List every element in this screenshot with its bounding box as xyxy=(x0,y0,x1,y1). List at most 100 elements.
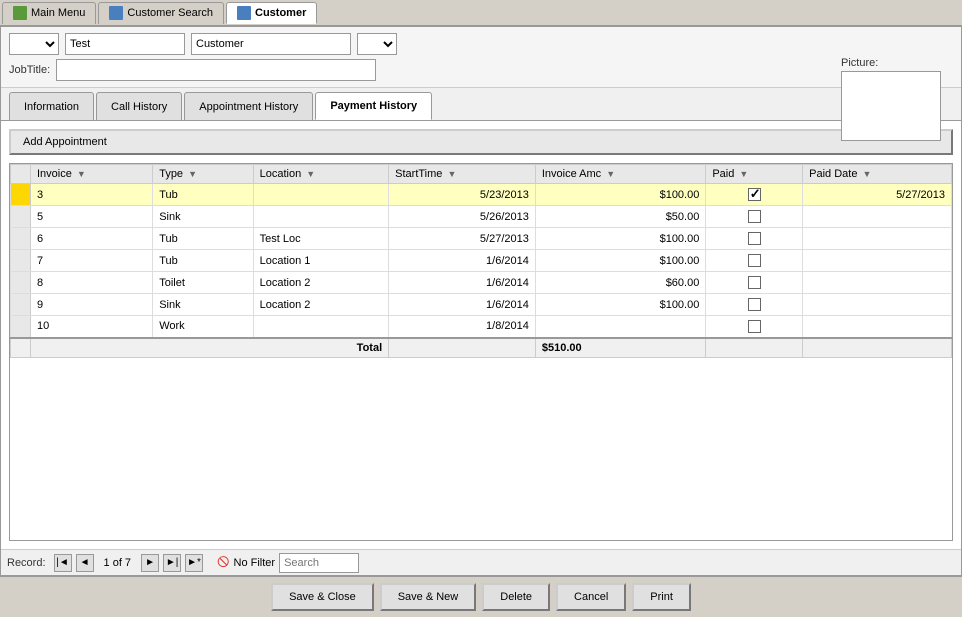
filter-icon: 🚫 xyxy=(217,557,229,568)
cell-paid[interactable] xyxy=(706,206,803,228)
tab-call-history[interactable]: Call History xyxy=(96,92,182,120)
paid-checkbox[interactable] xyxy=(748,188,761,201)
col-header-type[interactable]: Type ▼ xyxy=(153,165,253,184)
tab-payment-history[interactable]: Payment History xyxy=(315,92,432,120)
cell-starttime: 5/27/2013 xyxy=(389,228,536,250)
picture-section: Picture: xyxy=(841,57,941,141)
col-header-invoice[interactable]: Invoice ▼ xyxy=(31,165,153,184)
customer-type-dropdown[interactable] xyxy=(357,33,397,55)
nav-prev-button[interactable]: ◄ xyxy=(76,554,94,572)
row-selector-cell[interactable] xyxy=(11,184,31,206)
row-selector-cell[interactable] xyxy=(11,228,31,250)
tab-customer-label: Customer xyxy=(255,7,306,19)
cell-starttime: 1/8/2014 xyxy=(389,316,536,338)
cell-starttime: 5/26/2013 xyxy=(389,206,536,228)
row-selector-cell[interactable] xyxy=(11,294,31,316)
print-button[interactable]: Print xyxy=(632,583,691,611)
bottom-bar: Save & Close Save & New Delete Cancel Pr… xyxy=(0,576,962,617)
paid-checkbox[interactable] xyxy=(748,298,761,311)
table-row[interactable]: 6TubTest Loc5/27/2013$100.00 xyxy=(11,228,952,250)
paid-checkbox[interactable] xyxy=(748,320,761,333)
table-header-row: Invoice ▼ Type ▼ Location ▼ StartTime ▼ … xyxy=(11,165,952,184)
cell-invoice-amount: $60.00 xyxy=(535,272,705,294)
footer-empty2 xyxy=(706,338,803,358)
picture-label: Picture: xyxy=(841,57,941,69)
cell-paid-date xyxy=(803,250,952,272)
add-appointment-button[interactable]: Add Appointment xyxy=(9,129,953,155)
paid-checkbox[interactable] xyxy=(748,232,761,245)
tab-main-menu-label: Main Menu xyxy=(31,7,85,19)
table-footer-row: Total $510.00 xyxy=(11,338,952,358)
title-dropdown[interactable] xyxy=(9,33,59,55)
cell-location: Test Loc xyxy=(253,228,389,250)
tab-main-menu[interactable]: Main Menu xyxy=(2,2,96,24)
nav-filter: 🚫 No Filter xyxy=(217,557,275,569)
row-selector-cell[interactable] xyxy=(11,250,31,272)
nav-new-button[interactable]: ►* xyxy=(185,554,203,572)
cell-paid[interactable] xyxy=(706,184,803,206)
paid-checkbox[interactable] xyxy=(748,254,761,267)
table-row[interactable]: 5Sink5/26/2013$50.00 xyxy=(11,206,952,228)
cell-type: Sink xyxy=(153,206,253,228)
tab-customer-search-label: Customer Search xyxy=(127,7,213,19)
nav-last-button[interactable]: ►| xyxy=(163,554,181,572)
paid-checkbox[interactable] xyxy=(748,210,761,223)
cell-type: Toilet xyxy=(153,272,253,294)
header-area: JobTitle: Picture: xyxy=(1,27,961,88)
cell-location xyxy=(253,206,389,228)
cancel-button[interactable]: Cancel xyxy=(556,583,626,611)
col-header-paid[interactable]: Paid ▼ xyxy=(706,165,803,184)
col-header-location[interactable]: Location ▼ xyxy=(253,165,389,184)
last-name-input[interactable] xyxy=(191,33,351,55)
save-new-button[interactable]: Save & New xyxy=(380,583,477,611)
search-input[interactable] xyxy=(279,553,359,573)
cell-paid[interactable] xyxy=(706,316,803,338)
tab-customer-search[interactable]: Customer Search xyxy=(98,2,224,24)
save-close-button[interactable]: Save & Close xyxy=(271,583,374,611)
cell-invoice-amount: $100.00 xyxy=(535,294,705,316)
cell-invoice: 9 xyxy=(31,294,153,316)
row-selector-cell[interactable] xyxy=(11,316,31,338)
jobtitle-input[interactable] xyxy=(56,59,376,81)
nav-next-button[interactable]: ► xyxy=(141,554,159,572)
cell-type: Sink xyxy=(153,294,253,316)
main-menu-icon xyxy=(13,6,27,20)
table-row[interactable]: 7TubLocation 11/6/2014$100.00 xyxy=(11,250,952,272)
cell-starttime: 1/6/2014 xyxy=(389,250,536,272)
paid-checkbox[interactable] xyxy=(748,276,761,289)
footer-selector xyxy=(11,338,31,358)
no-filter-label: No Filter xyxy=(234,557,276,569)
cell-invoice: 3 xyxy=(31,184,153,206)
row-selector-cell[interactable] xyxy=(11,206,31,228)
cell-paid[interactable] xyxy=(706,272,803,294)
cell-invoice-amount: $100.00 xyxy=(535,184,705,206)
table-row[interactable]: 3Tub5/23/2013$100.005/27/2013 xyxy=(11,184,952,206)
table-row[interactable]: 8ToiletLocation 21/6/2014$60.00 xyxy=(11,272,952,294)
table-row[interactable]: 10Work1/8/2014 xyxy=(11,316,952,338)
col-header-invoice-amount[interactable]: Invoice Amc ▼ xyxy=(535,165,705,184)
delete-button[interactable]: Delete xyxy=(482,583,550,611)
table-row[interactable]: 9SinkLocation 21/6/2014$100.00 xyxy=(11,294,952,316)
cell-paid[interactable] xyxy=(706,294,803,316)
cell-starttime: 1/6/2014 xyxy=(389,272,536,294)
tab-appointment-history[interactable]: Appointment History xyxy=(184,92,313,120)
cell-paid[interactable] xyxy=(706,250,803,272)
col-header-paid-date[interactable]: Paid Date ▼ xyxy=(803,165,952,184)
cell-paid-date xyxy=(803,294,952,316)
cell-paid-date xyxy=(803,206,952,228)
row-selector-cell[interactable] xyxy=(11,272,31,294)
cell-location: Location 2 xyxy=(253,272,389,294)
nav-first-button[interactable]: |◄ xyxy=(54,554,72,572)
cell-invoice: 10 xyxy=(31,316,153,338)
first-name-input[interactable] xyxy=(65,33,185,55)
row-selector-header xyxy=(11,165,31,184)
col-header-starttime[interactable]: StartTime ▼ xyxy=(389,165,536,184)
cell-paid-date xyxy=(803,316,952,338)
cell-type: Tub xyxy=(153,228,253,250)
footer-total-label: Total xyxy=(31,338,389,358)
tab-customer[interactable]: Customer xyxy=(226,2,317,24)
cell-invoice-amount: $50.00 xyxy=(535,206,705,228)
footer-empty3 xyxy=(803,338,952,358)
cell-paid[interactable] xyxy=(706,228,803,250)
tab-information[interactable]: Information xyxy=(9,92,94,120)
